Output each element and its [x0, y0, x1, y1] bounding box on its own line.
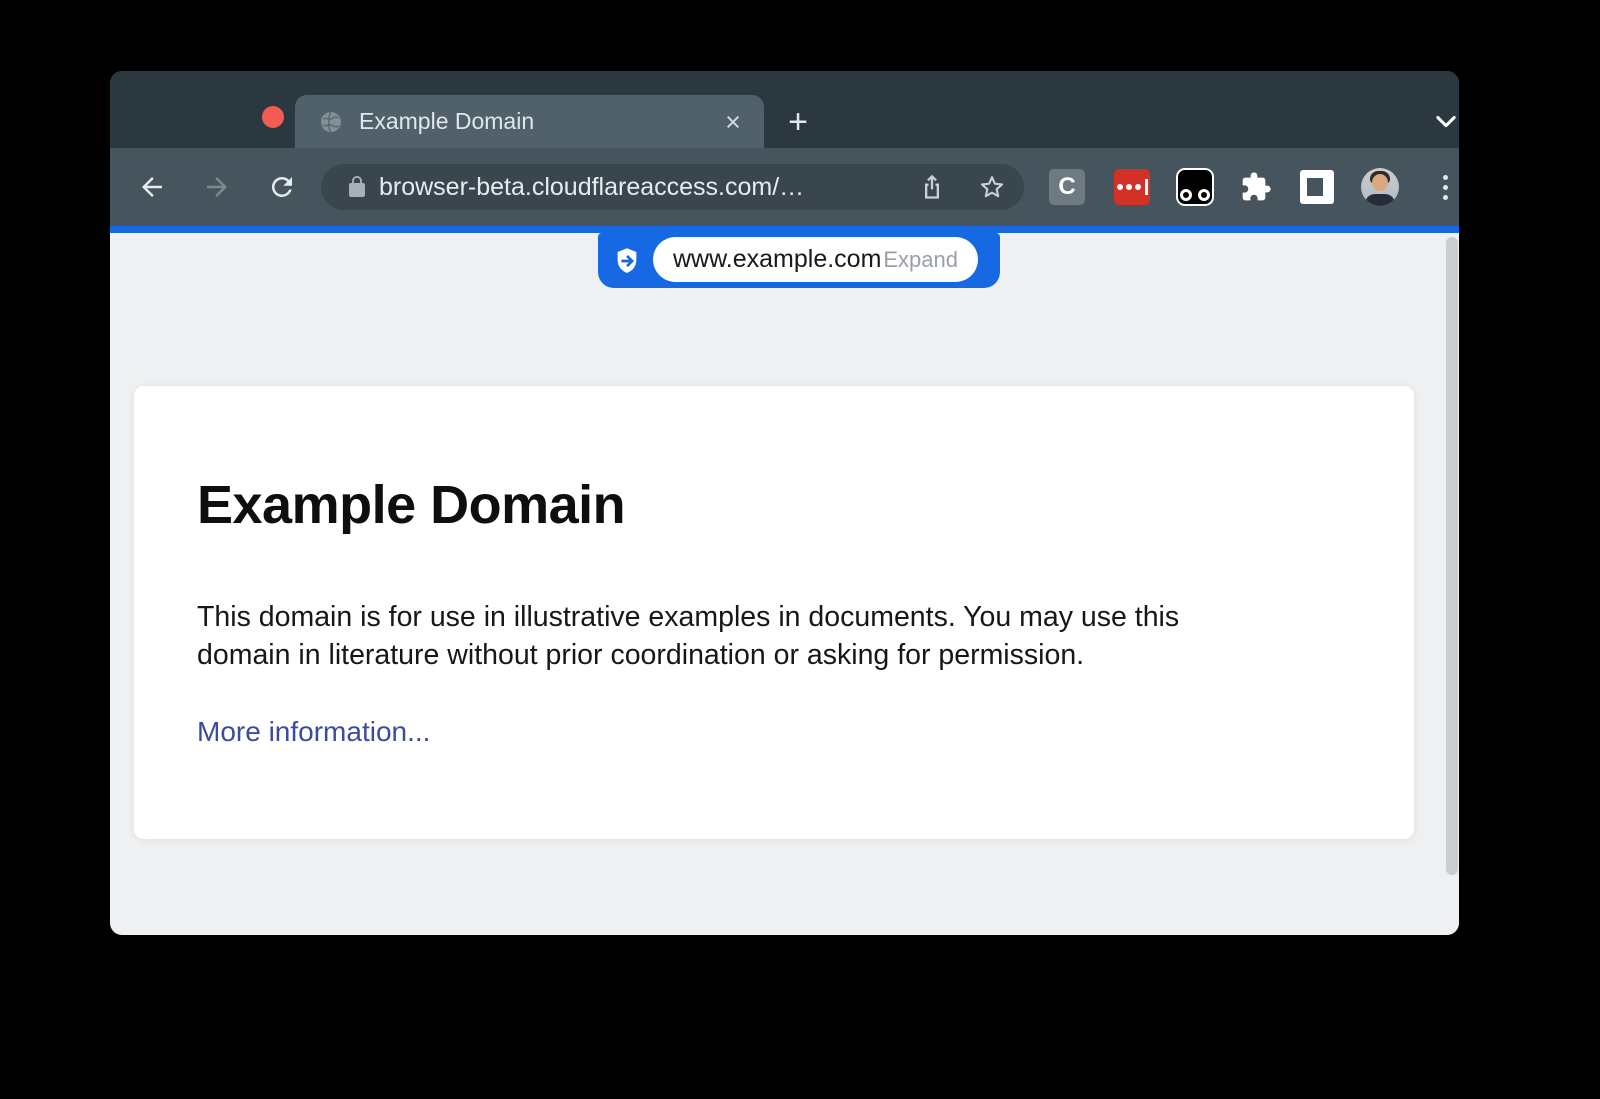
body-line-2: domain in literature without prior coord… — [197, 636, 1351, 674]
browser-toolbar: browser-beta.cloudflareaccess.com/… C — [110, 148, 1459, 226]
window-close-button[interactable] — [262, 106, 284, 128]
accent-line — [110, 226, 1459, 233]
lock-icon — [345, 175, 369, 199]
desktop-background: Example Domain × + — [0, 0, 1600, 1099]
bookmark-star-icon[interactable] — [978, 173, 1006, 201]
content-card: Example Domain This domain is for use in… — [134, 386, 1414, 839]
tab-title: Example Domain — [359, 108, 718, 135]
page-title: Example Domain — [197, 474, 1351, 536]
extension-lastpass-icon[interactable] — [1112, 167, 1152, 207]
new-tab-button[interactable]: + — [780, 104, 816, 140]
scrollbar-thumb[interactable] — [1446, 237, 1458, 875]
side-panel-icon[interactable] — [1297, 167, 1337, 207]
domain-expand-pill[interactable]: www.example.com Expand — [598, 233, 1000, 288]
back-button[interactable] — [134, 169, 170, 205]
extensions-puzzle-icon[interactable] — [1236, 167, 1276, 207]
pill-domain-text: www.example.com — [673, 245, 881, 274]
menu-kebab-icon[interactable] — [1425, 167, 1459, 207]
body-paragraph: This domain is for use in illustrative e… — [197, 598, 1351, 674]
forward-button[interactable] — [199, 169, 235, 205]
pill-expand-button[interactable]: Expand — [883, 247, 958, 273]
domain-pill-inner: www.example.com Expand — [653, 237, 978, 282]
share-icon[interactable] — [918, 173, 946, 201]
extension-two-circles-icon[interactable] — [1175, 167, 1215, 207]
globe-favicon-icon — [319, 110, 343, 134]
tab-close-icon[interactable]: × — [718, 107, 748, 137]
more-information-link[interactable]: More information... — [197, 716, 430, 748]
chevron-down-icon[interactable] — [1428, 103, 1459, 139]
tab-strip: Example Domain × + — [110, 71, 1459, 148]
shield-arrow-icon — [612, 246, 642, 276]
extension-c-icon[interactable]: C — [1047, 167, 1087, 207]
browser-window: Example Domain × + — [110, 71, 1459, 935]
url-text: browser-beta.cloudflareaccess.com/… — [379, 173, 804, 202]
browser-tab[interactable]: Example Domain × — [295, 95, 764, 148]
reload-button[interactable] — [264, 169, 300, 205]
body-line-1: This domain is for use in illustrative e… — [197, 598, 1351, 636]
address-bar[interactable]: browser-beta.cloudflareaccess.com/… — [321, 164, 1024, 210]
page-viewport: www.example.com Expand Example Domain Th… — [110, 233, 1459, 935]
profile-avatar[interactable] — [1360, 167, 1400, 207]
